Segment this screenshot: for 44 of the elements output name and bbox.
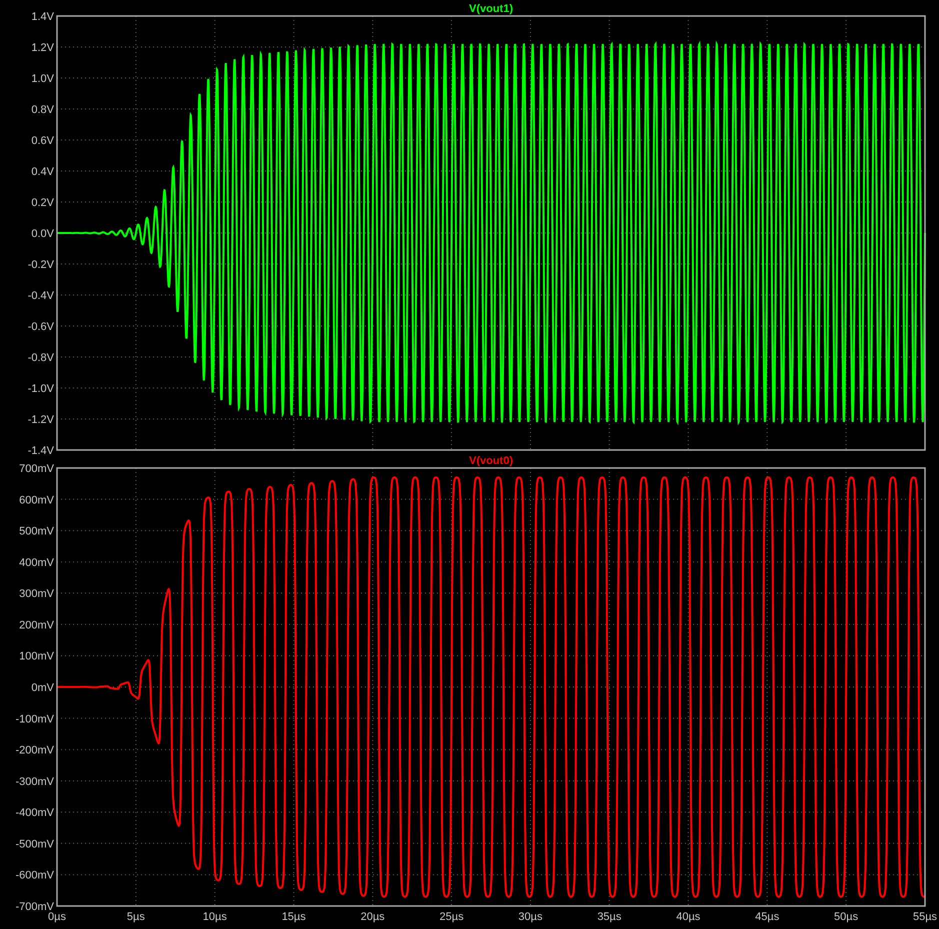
y-axis-label: -400mV bbox=[15, 807, 54, 820]
x-axis-label: 30µs bbox=[518, 911, 542, 923]
x-axis-label: 10µs bbox=[202, 911, 227, 923]
y-axis-label: 600mV bbox=[19, 494, 54, 506]
y-axis-label: 0.6V bbox=[31, 135, 54, 147]
y-axis-label: 1.2V bbox=[31, 42, 54, 54]
y-axis-label: -700mV bbox=[15, 901, 54, 913]
y-axis-label: 500mV bbox=[19, 526, 54, 538]
x-axis-label: 5µs bbox=[126, 911, 145, 923]
y-axis-label: -0.8V bbox=[28, 352, 54, 364]
x-axis-label: 50µs bbox=[834, 911, 858, 923]
x-axis-label: 20µs bbox=[360, 911, 385, 923]
y-axis-label: 0.8V bbox=[31, 104, 54, 116]
y-axis-label: 1.4V bbox=[31, 11, 54, 23]
y-axis-label: -100mV bbox=[15, 713, 54, 726]
y-axis-label: -1.0V bbox=[28, 383, 54, 395]
x-axis-label: 45µs bbox=[755, 911, 780, 923]
y-axis-label: 0.2V bbox=[31, 197, 54, 209]
y-axis-label: 400mV bbox=[19, 556, 54, 569]
x-axis-label: 0µs bbox=[48, 911, 66, 923]
y-axis-label: 0mV bbox=[31, 682, 54, 694]
x-axis-label: 25µs bbox=[440, 911, 464, 923]
trace-title: V(vout0) bbox=[469, 456, 513, 467]
x-axis-label: 55µs bbox=[912, 911, 938, 923]
x-axis-label: 40µs bbox=[676, 911, 700, 923]
y-axis-label: -200mV bbox=[15, 744, 54, 757]
y-axis-label: -0.6V bbox=[28, 321, 54, 333]
y-axis-label: 0.0V bbox=[31, 228, 54, 240]
x-axis-label: 15µs bbox=[282, 911, 306, 923]
x-axis-label: 35µs bbox=[597, 911, 622, 923]
y-axis-label: 0.4V bbox=[31, 166, 54, 178]
trace-title: V(vout1) bbox=[469, 3, 513, 15]
y-axis-label: -500mV bbox=[15, 838, 54, 850]
y-axis-label: -1.2V bbox=[28, 414, 54, 426]
y-axis-label: -300mV bbox=[15, 776, 54, 788]
y-axis-label: -0.2V bbox=[28, 259, 54, 271]
y-axis-label: 700mV bbox=[19, 463, 54, 475]
y-axis-label: 100mV bbox=[19, 650, 54, 663]
y-axis-label: 300mV bbox=[19, 588, 54, 600]
y-axis-label: -1.4V bbox=[28, 445, 54, 456]
y-axis-label: -600mV bbox=[15, 870, 54, 882]
y-axis-label: 200mV bbox=[19, 619, 54, 632]
y-axis-label: -0.4V bbox=[28, 290, 54, 302]
y-axis-label: 1.0V bbox=[31, 73, 54, 85]
